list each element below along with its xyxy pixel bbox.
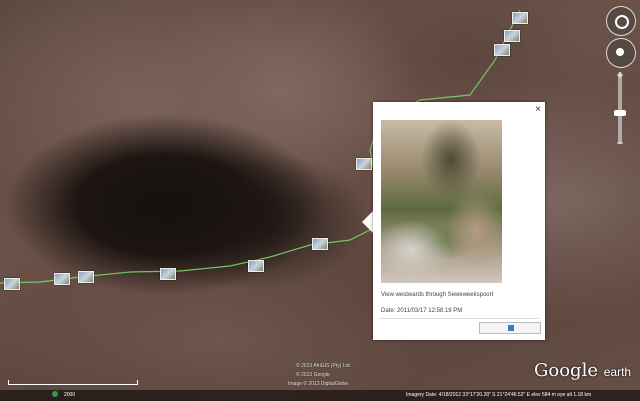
- scale-bar: [8, 380, 138, 385]
- look-control[interactable]: [606, 6, 636, 36]
- photo-marker[interactable]: [160, 268, 176, 280]
- map-credit: © 2013 AfriGIS (Pty) Ltd.: [296, 363, 352, 369]
- balloon-photo: [381, 120, 502, 283]
- photo-icon: [508, 325, 514, 331]
- photo-marker[interactable]: [248, 260, 264, 272]
- photo-marker[interactable]: [54, 273, 70, 285]
- map-credit: Image © 2013 DigitalGlobe: [288, 381, 349, 387]
- logo-sub: earth: [603, 365, 632, 379]
- map-credit: © 2013 Google: [296, 372, 330, 378]
- scale-label: 2000: [64, 392, 76, 398]
- google-earth-logo: Google earth: [534, 360, 631, 381]
- photo-marker[interactable]: [312, 238, 328, 250]
- photo-marker[interactable]: [4, 278, 20, 290]
- hand-icon: [616, 48, 624, 56]
- balloon-caption: View westwards through Seweweekspoort: [381, 292, 494, 298]
- status-text: Imagery Date: 4/18/2012 33°17'20.28" S 2…: [406, 392, 592, 398]
- zoom-slider[interactable]: [618, 72, 622, 144]
- balloon-action-button[interactable]: [479, 322, 541, 334]
- eye-icon: [615, 15, 629, 29]
- photo-marker[interactable]: [356, 158, 372, 170]
- move-control[interactable]: [606, 38, 636, 68]
- photo-marker[interactable]: [504, 30, 520, 42]
- zoom-slider-handle[interactable]: [614, 110, 626, 116]
- photo-marker[interactable]: [78, 271, 94, 283]
- balloon-divider: [379, 318, 539, 319]
- globe-icon: [52, 391, 58, 397]
- info-balloon: × View westwards through Seweweekspoort …: [373, 102, 545, 340]
- photo-marker[interactable]: [512, 12, 528, 24]
- close-icon[interactable]: ×: [535, 104, 541, 115]
- photo-marker[interactable]: [494, 44, 510, 56]
- balloon-date: Date: 2011/03/17 12:58:19 PM: [381, 308, 463, 314]
- zoom-out-button[interactable]: −: [613, 136, 627, 150]
- zoom-in-button[interactable]: +: [613, 68, 627, 82]
- logo-main: Google: [534, 360, 598, 381]
